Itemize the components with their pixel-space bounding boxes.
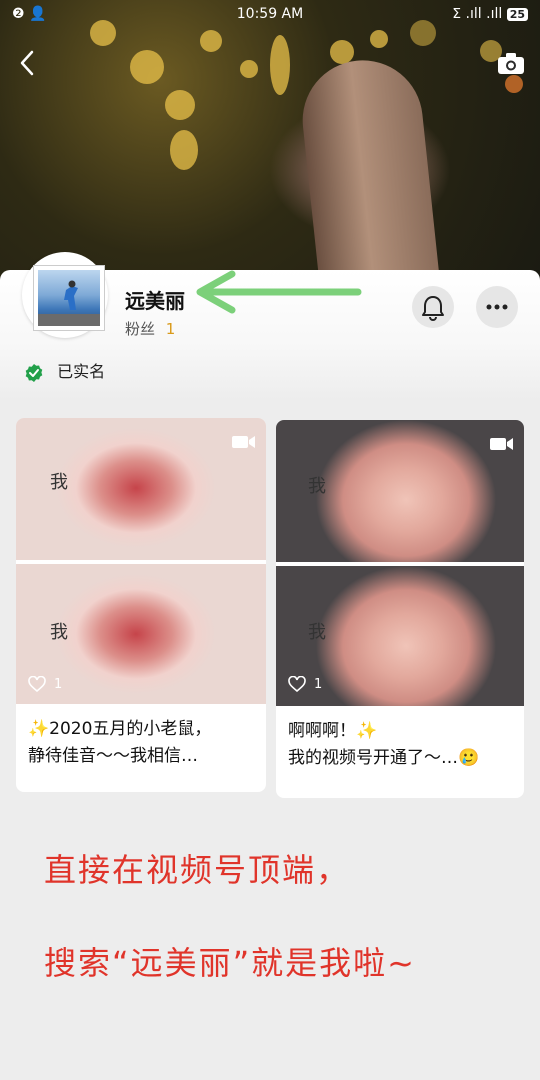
like-count: 1 bbox=[28, 675, 63, 693]
fans-count: 粉丝 1 bbox=[125, 318, 175, 339]
post-caption-line2: 我的视频号开通了～…🥲 bbox=[288, 748, 480, 768]
post-caption-line1: 啊啊啊！✨ bbox=[288, 721, 378, 741]
chevron-left-icon bbox=[20, 50, 34, 76]
status-bar: ❷ 👤 10:59 AM ⵉ .ıll .ıll 25 bbox=[0, 0, 540, 30]
verified-badge: 已实名 bbox=[24, 358, 105, 383]
post-caption-line2: 静待佳音～～我相信… bbox=[28, 746, 198, 766]
like-number: 1 bbox=[54, 676, 63, 692]
thumbnail-overlay-text: 我 bbox=[50, 472, 68, 493]
verified-label: 已实名 bbox=[57, 362, 106, 381]
more-dots-icon bbox=[486, 304, 508, 310]
heart-icon bbox=[288, 675, 306, 693]
fans-label: 粉丝 bbox=[125, 320, 156, 338]
thumbnail-overlay-text: 我 bbox=[308, 622, 326, 643]
thumbnail-overlay-text: 我 bbox=[308, 476, 326, 497]
post-caption-line1: ✨2020五月的小老鼠， bbox=[28, 719, 212, 739]
annotation-arrow-icon bbox=[196, 270, 362, 314]
signal-icon: ⵉ .ıll .ıll bbox=[452, 6, 503, 22]
bell-icon bbox=[422, 296, 444, 321]
fans-number: 1 bbox=[165, 320, 176, 338]
verified-check-icon bbox=[25, 363, 43, 382]
post-thumbnail: 我 bbox=[16, 418, 266, 560]
status-icons-right: ⵉ .ıll .ıll 25 bbox=[452, 6, 528, 22]
camera-button[interactable] bbox=[496, 48, 526, 78]
avatar-photo bbox=[34, 266, 104, 330]
battery-icon: 25 bbox=[506, 8, 528, 21]
follow-bell-button[interactable] bbox=[412, 286, 454, 328]
post-thumbnail: 我 bbox=[276, 420, 524, 562]
back-button[interactable] bbox=[14, 48, 42, 78]
annotation-line2: 搜索“远美丽”就是我啦~ bbox=[44, 944, 416, 982]
post-card[interactable]: 我 我 1 ✨2020五月的小老鼠， 静待佳音～～我相信… bbox=[16, 418, 266, 792]
heart-icon bbox=[28, 675, 46, 693]
video-icon bbox=[490, 438, 513, 450]
more-options-button[interactable] bbox=[476, 286, 518, 328]
post-caption: 啊啊啊！✨ 我的视频号开通了～…🥲 bbox=[288, 718, 514, 772]
profile-name: 远美丽 bbox=[125, 289, 185, 313]
like-number: 1 bbox=[314, 676, 323, 692]
camera-icon bbox=[498, 53, 524, 74]
video-icon bbox=[232, 436, 255, 448]
thumbnail-overlay-text: 我 bbox=[50, 622, 68, 643]
annotation-line1: 直接在视频号顶端， bbox=[44, 851, 351, 889]
like-count: 1 bbox=[288, 675, 323, 693]
avatar[interactable] bbox=[22, 252, 108, 338]
post-caption: ✨2020五月的小老鼠， 静待佳音～～我相信… bbox=[28, 716, 256, 770]
post-card[interactable]: 我 我 1 啊啊啊！✨ 我的视频号开通了～…🥲 bbox=[276, 420, 524, 798]
